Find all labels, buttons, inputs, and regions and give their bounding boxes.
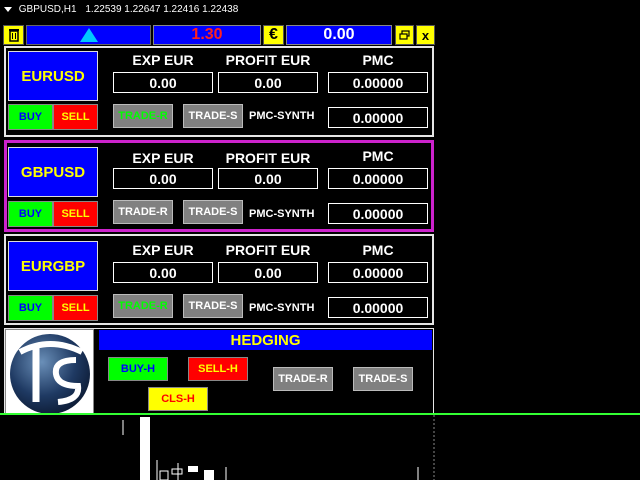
buy-button-eurusd[interactable]: BUY	[8, 104, 53, 130]
trade-s-button-gbpusd[interactable]: TRADE-S	[183, 200, 243, 224]
candle	[171, 468, 183, 475]
chart-symbol-timeframe: GBPUSD,H1	[18, 4, 77, 15]
sell-button-gbpusd[interactable]: SELL	[53, 201, 98, 227]
trash-button[interactable]	[3, 25, 24, 45]
buy-button-eurgbp[interactable]: BUY	[8, 295, 53, 321]
cls-h-button[interactable]: CLS-H	[148, 387, 208, 411]
candle	[204, 470, 214, 480]
up-triangle-icon	[79, 28, 98, 42]
exp-eur-value: 0.00	[113, 262, 213, 283]
pmc-synth-value: 0.00000	[328, 203, 428, 224]
trade-r-button-hedging[interactable]: TRADE-R	[273, 367, 333, 391]
sell-h-button[interactable]: SELL-H	[188, 357, 248, 381]
pmc-synth-value: 0.00000	[328, 297, 428, 318]
trade-r-button-eurusd[interactable]: TRADE-R	[113, 104, 173, 128]
profit-eur-label: PROFIT EUR	[225, 150, 311, 166]
candle	[188, 466, 198, 472]
direction-indicator	[26, 25, 151, 45]
profit-eur-label: PROFIT EUR	[225, 242, 311, 258]
profit-eur-value: 0.00	[218, 168, 318, 189]
chart-ohlc: 1.22539 1.22647 1.22416 1.22438	[85, 4, 239, 15]
pmc-value: 0.00000	[328, 262, 428, 283]
trade-s-button-eurusd[interactable]: TRADE-S	[183, 104, 243, 128]
symbol-box-gbpusd[interactable]: GBPUSD	[8, 147, 98, 197]
ts-logo	[5, 329, 94, 414]
exp-eur-label: EXP EUR	[132, 52, 194, 68]
profit-eur-value: 0.00	[218, 262, 318, 283]
candle	[140, 417, 150, 480]
trash-icon	[8, 29, 19, 42]
dropdown-arrow-icon[interactable]	[4, 6, 12, 12]
pmc-synth-label: PMC-SYNTH	[249, 302, 315, 314]
profit-eur-label: PROFIT EUR	[225, 52, 311, 68]
close-button[interactable]: x	[416, 25, 435, 45]
pmc-value: 0.00000	[328, 168, 428, 189]
sell-button-eurgbp[interactable]: SELL	[53, 295, 98, 321]
exp-eur-label: EXP EUR	[132, 242, 194, 258]
minimize-button[interactable]	[395, 25, 414, 45]
trade-s-button-hedging[interactable]: TRADE-S	[353, 367, 413, 391]
buy-h-button[interactable]: BUY-H	[108, 357, 168, 381]
trade-r-button-eurgbp[interactable]: TRADE-R	[113, 294, 173, 318]
total-profit-display: 0.00	[286, 25, 392, 45]
trade-r-button-gbpusd[interactable]: TRADE-R	[113, 200, 173, 224]
pmc-synth-label: PMC-SYNTH	[249, 208, 315, 220]
chart-header: GBPUSD,H1 1.22539 1.22647 1.22416 1.2243…	[0, 0, 640, 20]
symbol-box-eurusd[interactable]: EURUSD	[8, 51, 98, 101]
trade-s-button-eurgbp[interactable]: TRADE-S	[183, 294, 243, 318]
profit-eur-value: 0.00	[218, 72, 318, 93]
restore-window-icon	[399, 30, 410, 40]
spread-display: 1.30	[153, 25, 261, 45]
pmc-synth-value: 0.00000	[328, 107, 428, 128]
hedging-title: HEDGING	[99, 330, 432, 350]
pmc-label: PMC	[362, 52, 394, 68]
pmc-value: 0.00000	[328, 72, 428, 93]
pmc-synth-label: PMC-SYNTH	[249, 110, 315, 122]
candle	[159, 470, 169, 480]
pmc-label: PMC	[362, 148, 394, 164]
exp-eur-value: 0.00	[113, 168, 213, 189]
ts-logo-icon	[10, 334, 90, 413]
sell-button-eurusd[interactable]: SELL	[53, 104, 98, 130]
price-chart-candles	[122, 415, 435, 480]
symbol-box-eurgbp[interactable]: EURGBP	[8, 241, 98, 291]
exp-eur-value: 0.00	[113, 72, 213, 93]
currency-euro-button[interactable]: €	[263, 25, 284, 45]
exp-eur-label: EXP EUR	[132, 150, 194, 166]
buy-button-gbpusd[interactable]: BUY	[8, 201, 53, 227]
pmc-label: PMC	[362, 242, 394, 258]
